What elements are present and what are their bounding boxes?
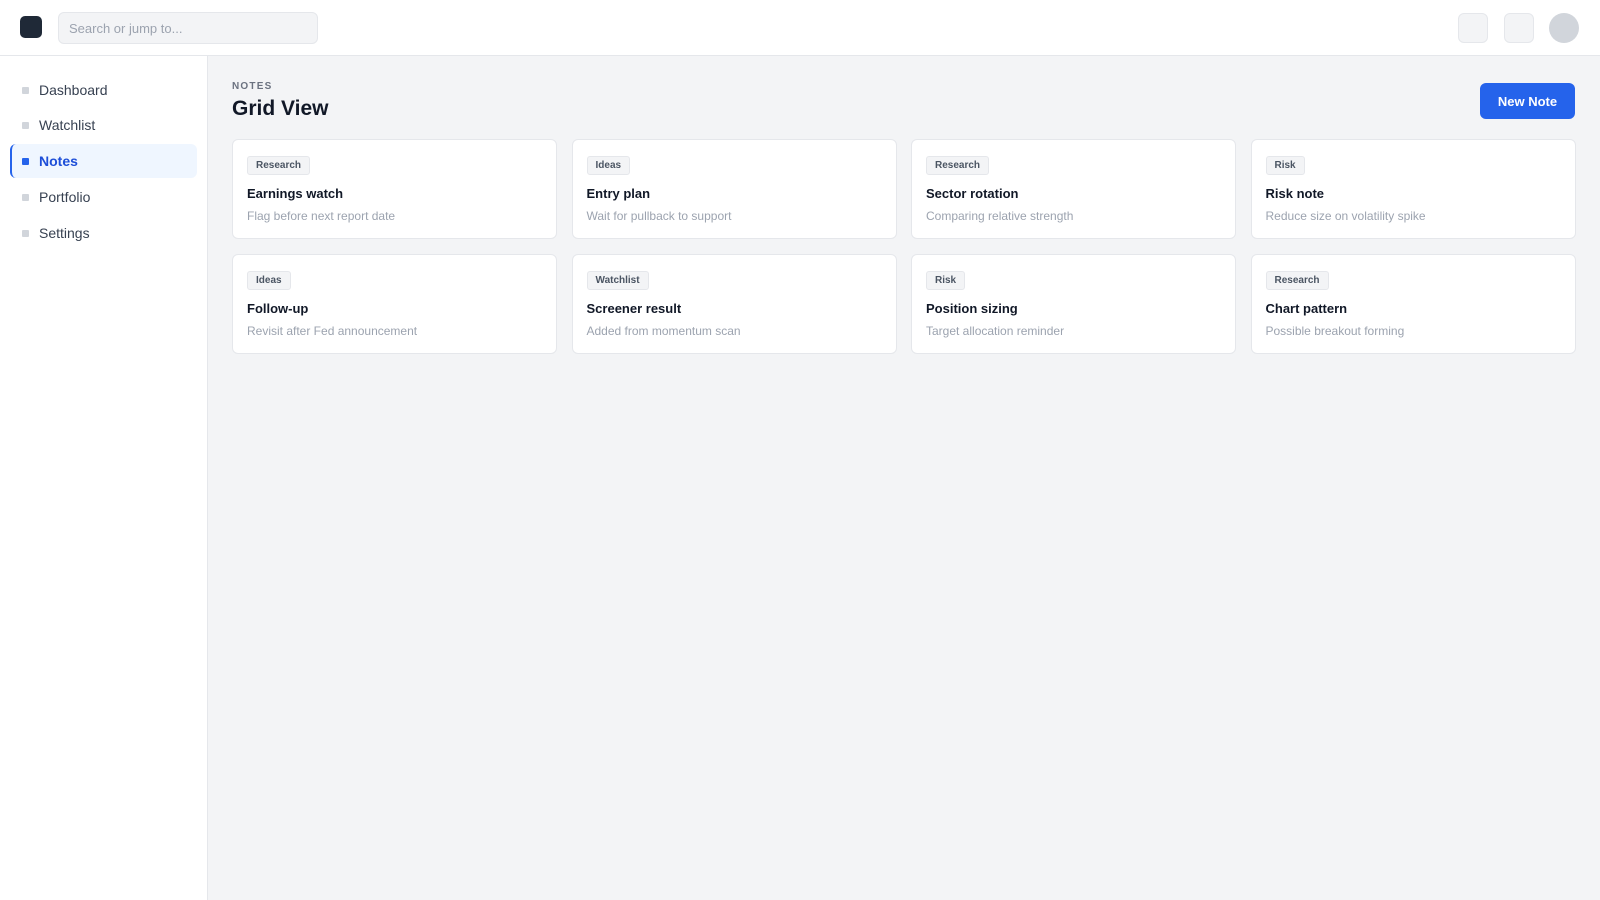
note-description: Flag before next report date bbox=[247, 209, 396, 223]
note-description: Reduce size on volatility spike bbox=[1265, 209, 1426, 223]
note-description: Added from momentum scan bbox=[586, 324, 741, 338]
note-card[interactable]: Ideas Entry plan Wait for pullback to su… bbox=[571, 139, 897, 239]
app-logo[interactable] bbox=[20, 16, 42, 38]
note-card[interactable]: Watchlist Screener result Added from mom… bbox=[571, 254, 897, 354]
sidebar-item-label: Dashboard bbox=[39, 82, 108, 98]
note-title: Risk note bbox=[1265, 186, 1325, 201]
note-title: Screener result bbox=[586, 301, 682, 316]
note-card[interactable]: Risk Position sizing Target allocation r… bbox=[911, 254, 1236, 354]
sidebar: Dashboard Watchlist Notes Portfolio Sett… bbox=[0, 56, 208, 900]
note-description: Comparing relative strength bbox=[926, 209, 1074, 223]
notes-grid: Research Earnings watch Flag before next… bbox=[232, 139, 1576, 354]
sidebar-item-label: Settings bbox=[39, 225, 90, 241]
note-tag: Watchlist bbox=[586, 271, 649, 290]
sidebar-item-watchlist[interactable]: Watchlist bbox=[10, 108, 197, 142]
avatar[interactable] bbox=[1549, 13, 1579, 43]
note-tag: Research bbox=[926, 156, 990, 175]
toolbar-icon-button-1[interactable] bbox=[1458, 13, 1488, 43]
toolbar-icon-button-2[interactable] bbox=[1504, 13, 1534, 43]
note-tag: Research bbox=[247, 156, 311, 175]
bullet-icon bbox=[22, 86, 29, 94]
new-note-button[interactable]: New Note bbox=[1480, 83, 1575, 119]
sidebar-item-label: Notes bbox=[39, 153, 78, 169]
note-tag: Risk bbox=[926, 271, 966, 290]
note-tag: Ideas bbox=[586, 156, 631, 175]
sidebar-item-portfolio[interactable]: Portfolio bbox=[10, 180, 197, 214]
section-eyebrow: NOTES bbox=[232, 81, 273, 92]
bullet-icon bbox=[22, 157, 29, 165]
sidebar-item-settings[interactable]: Settings bbox=[10, 216, 197, 250]
bullet-icon bbox=[22, 121, 29, 129]
sidebar-item-notes[interactable]: Notes bbox=[10, 144, 197, 178]
sidebar-item-dashboard[interactable]: Dashboard bbox=[10, 73, 197, 107]
note-tag: Ideas bbox=[247, 271, 291, 290]
note-title: Earnings watch bbox=[247, 186, 344, 201]
note-card[interactable]: Research Earnings watch Flag before next… bbox=[232, 139, 557, 239]
note-tag: Risk bbox=[1265, 156, 1305, 175]
note-card[interactable]: Ideas Follow-up Revisit after Fed announ… bbox=[232, 254, 557, 354]
note-card[interactable]: Risk Risk note Reduce size on volatility… bbox=[1250, 139, 1576, 239]
search-input[interactable] bbox=[58, 12, 318, 44]
note-title: Position sizing bbox=[926, 301, 1018, 316]
sidebar-item-label: Portfolio bbox=[39, 189, 91, 205]
note-card[interactable]: Research Sector rotation Comparing relat… bbox=[911, 139, 1236, 239]
note-description: Wait for pullback to support bbox=[586, 209, 732, 223]
note-description: Revisit after Fed announcement bbox=[247, 324, 418, 338]
note-title: Sector rotation bbox=[926, 186, 1019, 201]
note-title: Entry plan bbox=[586, 186, 651, 201]
note-description: Target allocation reminder bbox=[926, 324, 1065, 338]
top-bar bbox=[0, 0, 1600, 56]
note-description: Possible breakout forming bbox=[1265, 324, 1405, 338]
bullet-icon bbox=[22, 229, 29, 237]
note-tag: Research bbox=[1265, 271, 1329, 290]
bullet-icon bbox=[22, 193, 29, 201]
page-title: Grid View bbox=[232, 97, 329, 120]
sidebar-item-label: Watchlist bbox=[39, 117, 96, 133]
note-title: Follow-up bbox=[247, 301, 309, 316]
note-card[interactable]: Research Chart pattern Possible breakout… bbox=[1250, 254, 1576, 354]
note-title: Chart pattern bbox=[1265, 301, 1348, 316]
